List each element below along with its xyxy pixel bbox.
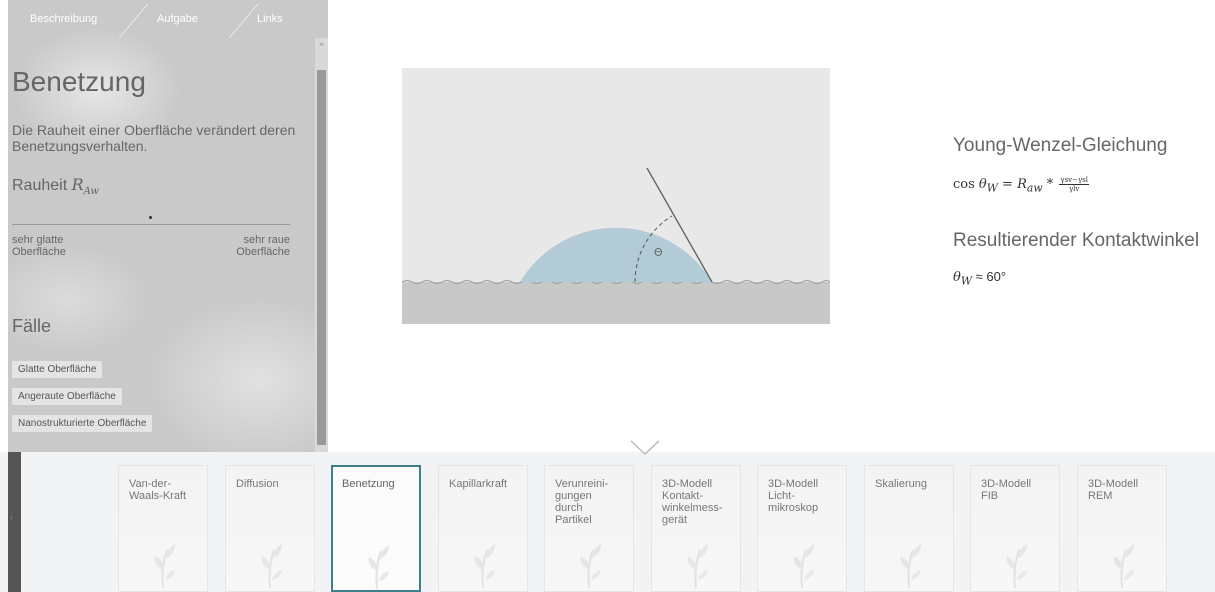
module-card-label: 3D-Modell REM <box>1088 478 1139 502</box>
case-button-glatt[interactable]: Glatte Oberfläche <box>12 361 103 378</box>
substrate <box>402 282 830 324</box>
leaf-watermark-icon <box>474 544 495 588</box>
module-card-label: Van-der- Waals-Kraft <box>129 478 187 502</box>
module-card[interactable]: Diffusion <box>225 465 315 592</box>
info-panel: Beschreibung Aufgabe Links Benetzung Die… <box>8 0 328 455</box>
eq-r-letter: R <box>1017 177 1027 192</box>
module-card-label: Kapillarkraft <box>449 478 508 490</box>
result-theta-letter: θ <box>953 270 961 285</box>
equation-title: Young-Wenzel-Gleichung <box>953 135 1168 156</box>
leaf-watermark-icon <box>368 545 389 589</box>
roughness-symbol: RAw <box>71 175 99 198</box>
module-card[interactable]: Verunreini- gungen durch Partikel <box>544 465 634 592</box>
module-card-label: Diffusion <box>236 478 279 490</box>
module-card[interactable]: 3D-Modell Licht- mikroskop <box>757 465 847 592</box>
slider-min-label: sehr glatte Oberfläche <box>12 234 66 258</box>
chevron-down-icon[interactable] <box>630 440 660 456</box>
roughness-label: Rauheit RAw <box>12 175 99 197</box>
module-card[interactable]: 3D-Modell REM <box>1077 465 1167 592</box>
panel-tabs: Beschreibung Aufgabe Links <box>8 0 316 38</box>
result-theta-sub: W <box>960 274 972 288</box>
scrollbar-thumb[interactable] <box>317 70 326 445</box>
module-card[interactable]: Benetzung <box>331 465 421 592</box>
leaf-watermark-icon <box>154 544 175 588</box>
slider-max-label: sehr raue Oberfläche <box>236 234 290 258</box>
roughness-slider-track[interactable] <box>12 224 290 225</box>
contact-angle-diagram: Θ <box>402 68 830 324</box>
result-angle: 60° <box>986 269 1007 284</box>
eq-theta: θW <box>978 177 998 195</box>
tab-beschreibung[interactable]: Beschreibung <box>30 0 97 38</box>
description-text: Die Rauheit einer Oberfläche verändert d… <box>12 122 296 154</box>
leaf-watermark-icon <box>580 544 601 588</box>
tab-aufgabe[interactable]: Aufgabe <box>157 0 198 38</box>
leaf-watermark-icon <box>687 544 708 588</box>
module-card-label: 3D-Modell Kontakt- winkelmess- gerät <box>662 478 723 526</box>
page-title: Benetzung <box>12 66 146 97</box>
module-card[interactable]: Van-der- Waals-Kraft <box>118 465 208 592</box>
angle-theta-label: Θ <box>654 246 663 259</box>
roughness-symbol-letter: R <box>71 175 84 194</box>
leaf-watermark-icon <box>1006 544 1027 588</box>
module-card-label: Verunreini- gungen durch Partikel <box>555 478 609 526</box>
eq-fraction: γsv−γsl γlv <box>1059 176 1090 193</box>
eq-cos: cos <box>953 177 975 192</box>
module-card[interactable]: Kapillarkraft <box>438 465 528 592</box>
module-card[interactable]: 3D-Modell FIB <box>970 465 1060 592</box>
eq-numerator: γsv−γsl <box>1059 176 1090 185</box>
result-theta: θW <box>953 270 972 288</box>
tab-divider <box>228 4 259 38</box>
leaf-watermark-icon <box>1113 544 1134 588</box>
leaf-watermark-icon <box>793 544 814 588</box>
result-title: Resultierender Kontaktwinkel <box>953 230 1200 251</box>
chevron-left-icon: ‹ <box>10 512 13 522</box>
module-card[interactable]: 3D-Modell Kontakt- winkelmess- gerät <box>651 465 741 592</box>
scroll-up-arrow-icon[interactable]: ^ <box>315 40 328 52</box>
module-card-label: Skalierung <box>875 478 927 490</box>
case-button-angeraut[interactable]: Angeraute Oberfläche <box>12 388 122 405</box>
module-card[interactable]: Skalierung <box>864 465 954 592</box>
roughness-symbol-sub: Aw <box>83 186 99 198</box>
eq-r-sub: aw <box>1026 181 1043 195</box>
eq-theta-sub: W <box>986 181 998 195</box>
cases-heading: Fälle <box>12 316 52 336</box>
roughness-slider-handle[interactable] <box>149 216 152 219</box>
eq-theta-letter: θ <box>978 177 987 192</box>
result-value: θW ≈ 60° <box>953 269 1006 288</box>
case-button-nanostrukturiert[interactable]: Nanostrukturierte Oberfläche <box>12 415 153 432</box>
module-card-label: 3D-Modell FIB <box>981 478 1032 502</box>
tab-links[interactable]: Links <box>257 0 283 38</box>
leaf-watermark-icon <box>261 544 282 588</box>
eq-denominator: γlv <box>1069 185 1080 193</box>
module-card-label: 3D-Modell Licht- mikroskop <box>768 478 819 514</box>
module-card-label: Benetzung <box>342 478 395 490</box>
roughness-label-text: Rauheit <box>12 177 68 194</box>
leaf-watermark-icon <box>900 544 921 588</box>
eq-times: * <box>1046 177 1054 192</box>
eq-r: Raw <box>1017 177 1043 195</box>
result-approx: ≈ <box>975 269 983 284</box>
eq-equals: = <box>1002 177 1013 192</box>
tab-divider <box>118 4 149 38</box>
carousel-prev-button[interactable]: ‹ <box>8 452 21 592</box>
young-wenzel-equation: cos θW = Raw * γsv−γsl γlv <box>953 176 1090 195</box>
panel-scrollbar[interactable]: ^ <box>315 38 328 455</box>
